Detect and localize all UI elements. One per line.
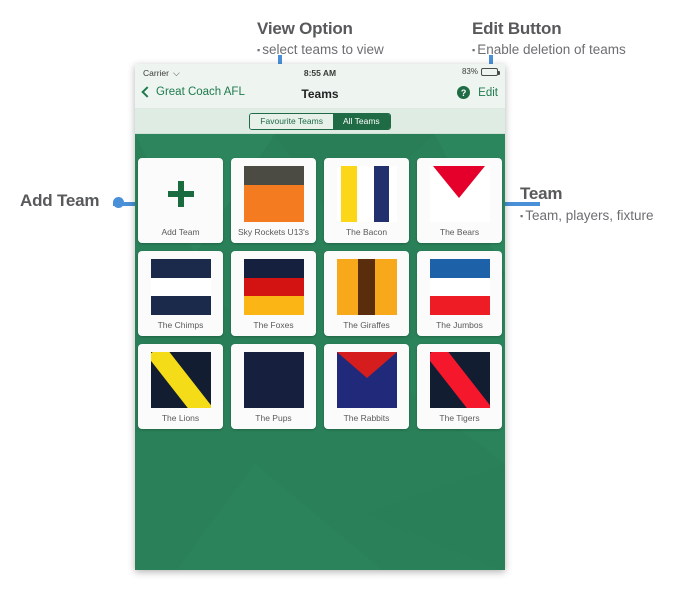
annotation-title: Team [520, 184, 563, 203]
team-tile[interactable]: The Pups [231, 344, 316, 429]
team-flag-icon [243, 352, 304, 408]
bullet-icon: ▪ [472, 44, 476, 55]
teams-grid: Add Team Sky Rockets U13's The Bacon The Be… [135, 134, 505, 429]
team-flag-icon [429, 352, 490, 408]
page-title: Teams [301, 87, 339, 101]
team-tile[interactable]: The Jumbos [417, 251, 502, 336]
team-tile[interactable]: The Rabbits [324, 344, 409, 429]
team-tile-label: The Jumbos [436, 320, 483, 331]
battery-percent-label: 83% [461, 67, 478, 76]
team-tile-label: Sky Rockets U13's [237, 227, 310, 238]
connector-dot-add-team [113, 197, 124, 208]
app-window: Carrier ⌵ 8:55 AM 83% Great Coach AFL Te… [135, 64, 505, 570]
segment-favourite-teams[interactable]: Favourite Teams [250, 113, 333, 129]
teams-grid-area: Add Team Sky Rockets U13's The Bacon The Be… [135, 134, 505, 570]
team-flag-icon [429, 166, 490, 222]
help-icon[interactable]: ? [457, 86, 471, 99]
team-tile[interactable]: The Giraffes [324, 251, 409, 336]
team-tile-label: The Rabbits [343, 413, 390, 424]
team-tile[interactable]: The Chimps [138, 251, 223, 336]
team-tile[interactable]: Sky Rockets U13's [231, 158, 316, 243]
team-flag-icon [150, 352, 211, 408]
team-flag-icon [336, 166, 397, 222]
status-bar: Carrier ⌵ 8:55 AM 83% [135, 64, 505, 81]
annotation-title: Edit Button [472, 19, 562, 38]
team-tile-label: The Chimps [157, 320, 204, 331]
team-tile-label: The Giraffes [343, 320, 390, 331]
annotation-view-option: View Option ▪ select teams to view [257, 19, 384, 58]
team-tile[interactable]: The Bacon [324, 158, 409, 243]
team-tile-label: The Pups [255, 413, 292, 424]
bullet-icon: ▪ [257, 44, 261, 55]
segment-all-teams[interactable]: All Teams [332, 113, 390, 129]
plus-icon-area [151, 166, 211, 222]
status-bar-right: 83% [461, 67, 500, 76]
team-tile-label: The Tigers [439, 413, 480, 424]
status-bar-time: 8:55 AM [303, 68, 337, 78]
add-team-tile[interactable]: Add Team [138, 158, 223, 243]
annotation-add-team: Add Team [20, 191, 100, 211]
navigation-bar: Great Coach AFL Teams ? Edit [135, 81, 505, 109]
team-tile-label: The Foxes [253, 320, 294, 331]
annotation-subtitle: ▪ select teams to view [257, 41, 384, 57]
team-flag-icon [336, 352, 397, 408]
team-tile-label: The Bears [439, 227, 480, 238]
team-flag-icon [243, 166, 304, 222]
team-flag-icon [336, 259, 397, 315]
team-tile[interactable]: The Foxes [231, 251, 316, 336]
bullet-icon: ▪ [520, 210, 524, 221]
team-tile-label: The Bacon [345, 227, 388, 238]
team-flag-icon [243, 259, 304, 315]
team-flag-icon [429, 259, 490, 315]
segmented-control-bar: Favourite Teams All Teams [135, 109, 505, 134]
team-flag-icon [150, 259, 211, 315]
battery-icon [481, 67, 500, 76]
annotation-edit-button: Edit Button ▪ Enable deletion of teams [472, 19, 626, 58]
annotation-title: Add Team [20, 191, 100, 210]
team-tile-label: The Lions [161, 413, 200, 424]
plus-icon [167, 181, 194, 207]
edit-button[interactable]: Edit [478, 87, 498, 99]
annotation-team: Team ▪ Team, players, fixture [520, 184, 654, 224]
segmented-control[interactable]: Favourite Teams All Teams [249, 112, 391, 130]
annotation-subtitle: ▪ Enable deletion of teams [472, 41, 626, 57]
team-tile[interactable]: The Bears [417, 158, 502, 243]
annotation-title: View Option [257, 19, 353, 38]
team-tile-label: Add Team [161, 227, 200, 238]
navigation-bar-right: ? Edit [457, 86, 498, 99]
team-tile[interactable]: The Lions [138, 344, 223, 429]
annotation-subtitle: ▪ Team, players, fixture [520, 207, 654, 223]
team-tile[interactable]: The Tigers [417, 344, 502, 429]
